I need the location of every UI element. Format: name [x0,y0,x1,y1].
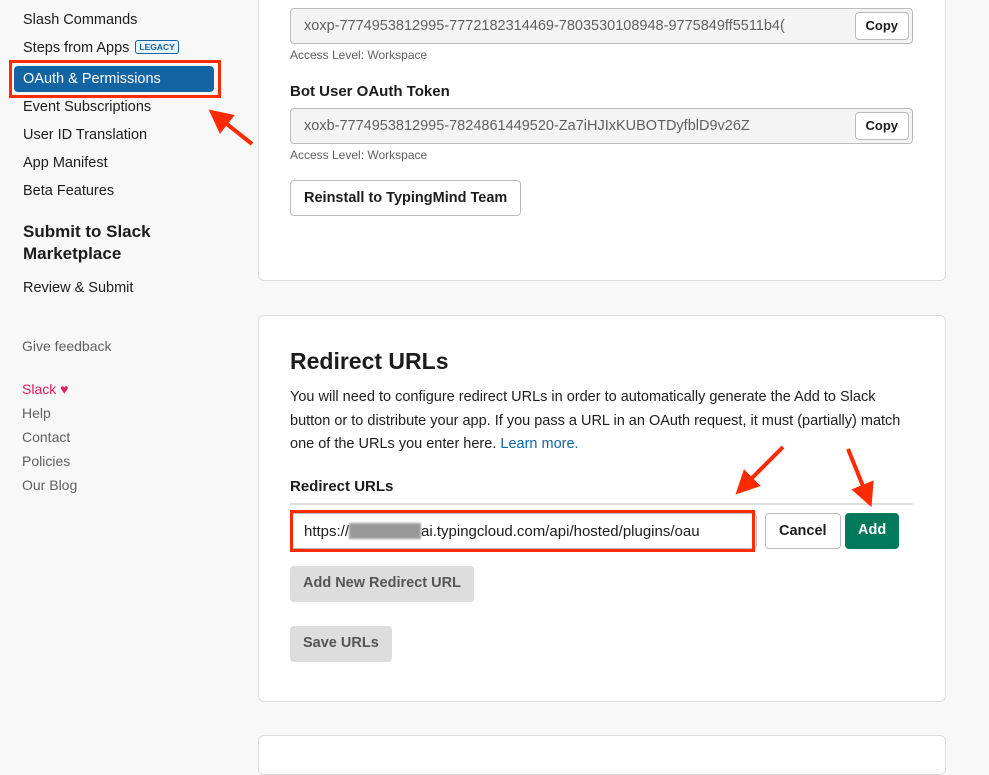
bot-token-access-level: Access Level: Workspace [290,148,428,162]
redirect-description: You will need to configure redirect URLs… [290,386,910,457]
redacted-blur [349,523,422,539]
reinstall-button[interactable]: Reinstall to TypingMind Team [290,180,522,216]
arrow-icon [208,109,254,146]
save-urls-button[interactable]: Save URLs [290,626,392,662]
add-new-redirect-url-button[interactable]: Add New Redirect URL [290,566,474,602]
learn-more-link[interactable]: Learn more. [500,436,578,452]
legacy-badge: LEGACY [135,40,179,54]
slack-link[interactable]: Slack ♥ [22,381,68,397]
heart-icon: ♥ [60,381,69,397]
sidebar-item-slash-commands[interactable]: Slash Commands [23,12,137,28]
copy-bot-token-button[interactable]: Copy [854,112,909,140]
bot-token-field[interactable]: xoxb-7774953812995-7824861449520-Za7iHJI… [290,108,913,144]
description-text: You will need to configure redirect URLs… [290,389,901,452]
sidebar-item-beta-features[interactable]: Beta Features [23,183,114,199]
user-token-field[interactable]: xoxp-7774953812995-7772182314469-7803530… [290,8,913,44]
redirect-title: Redirect URLs [290,348,449,374]
sidebar-item-event-subscriptions[interactable]: Event Subscriptions [23,99,151,115]
bot-token-label: Bot User OAuth Token [290,83,450,100]
help-link[interactable]: Help [22,405,51,421]
url-suffix: ai.typingcloud.com/api/hosted/plugins/oa… [421,523,700,540]
blog-link[interactable]: Our Blog [22,477,77,493]
sidebar-item-user-id-translation[interactable]: User ID Translation [23,127,147,143]
sidebar-item-steps-from-apps[interactable]: Steps from Apps LEGACY [23,40,179,56]
slack-label: Slack [22,381,57,397]
redirect-url-input[interactable]: https:// ai.typingcloud.com/api/hosted/pl… [290,513,757,549]
sidebar-item-review-submit[interactable]: Review & Submit [23,280,133,296]
contact-link[interactable]: Contact [22,429,70,445]
give-feedback-link[interactable]: Give feedback [22,338,112,354]
url-prefix: https:// [304,523,350,540]
bot-token-value: xoxb-7774953812995-7824861449520-Za7iHJI… [304,118,750,134]
policies-link[interactable]: Policies [22,453,70,469]
sidebar-item-oauth-permissions[interactable]: OAuth & Permissions [14,66,214,92]
user-token-value: xoxp-7774953812995-7772182314469-7803530… [304,18,785,34]
sidebar-item-label: Steps from Apps [23,40,130,56]
submit-section-title: Submit to Slack Marketplace [23,222,151,263]
copy-user-token-button[interactable]: Copy [854,12,909,40]
sidebar-item-app-manifest[interactable]: App Manifest [23,155,108,171]
divider [290,503,913,505]
add-button[interactable]: Add [845,513,900,549]
user-token-access-level: Access Level: Workspace [290,48,428,62]
cancel-button[interactable]: Cancel [765,513,841,549]
redirect-field-label: Redirect URLs [290,478,394,495]
next-card [258,735,946,775]
